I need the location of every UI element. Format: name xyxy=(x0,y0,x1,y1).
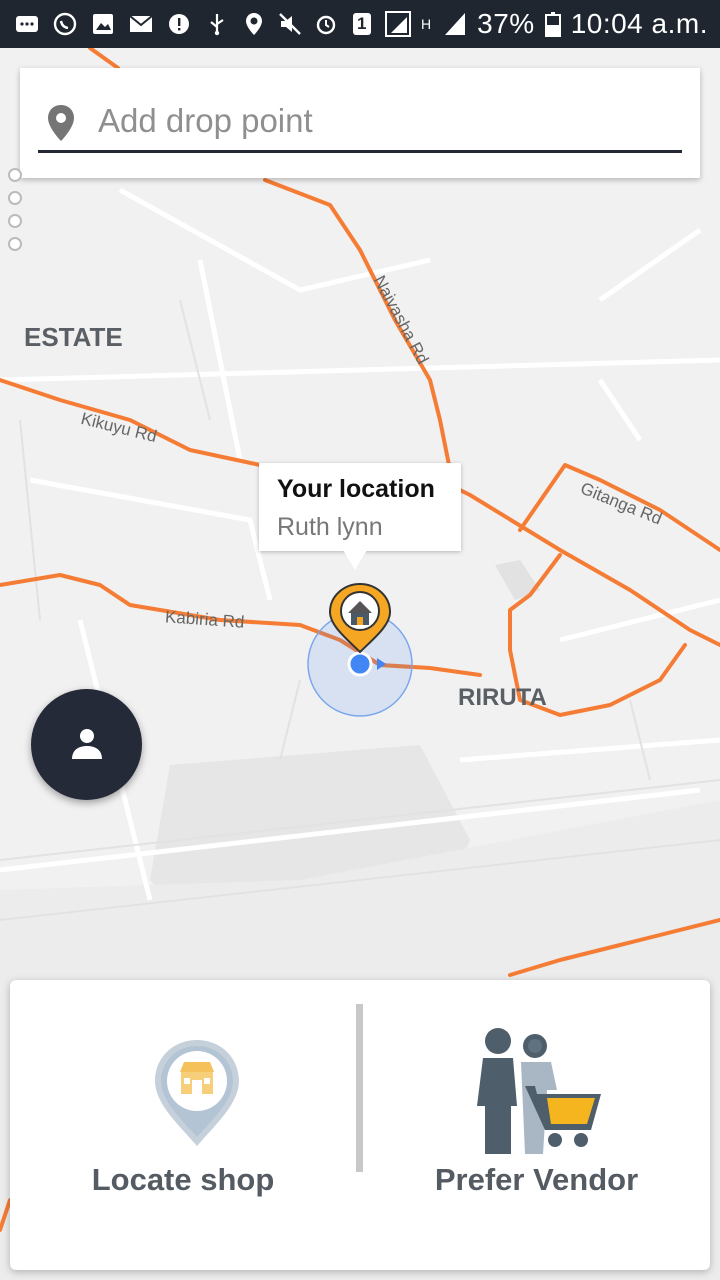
action-divider xyxy=(356,1004,363,1172)
action-panel: Locate shop Prefer Vendor xyxy=(10,980,710,1270)
drop-point-search-card xyxy=(20,68,700,178)
locate-shop-label: Locate shop xyxy=(91,1162,275,1197)
area-label-riruta: RIRUTA xyxy=(458,684,547,711)
network-type: H xyxy=(421,16,432,32)
messages-icon xyxy=(14,11,40,37)
signal-1-icon xyxy=(385,11,412,37)
drop-point-field[interactable] xyxy=(38,90,682,153)
area-label-estate: ESTATE xyxy=(24,322,123,352)
person-icon xyxy=(72,729,102,759)
battery-percent: 37% xyxy=(477,8,535,39)
sim-slot-icon: 1 xyxy=(349,11,375,37)
vendor-cart-icon xyxy=(477,1028,601,1154)
locate-shop-button[interactable]: Locate shop xyxy=(10,980,356,1270)
alert-cloud-icon xyxy=(166,11,192,37)
gallery-icon xyxy=(90,11,116,37)
location-icon xyxy=(241,11,267,37)
status-bar: 1 H 37% 10:04 a.m. xyxy=(0,0,720,48)
whatsapp-icon xyxy=(52,11,78,37)
handle-dot[interactable] xyxy=(8,214,22,228)
shop-pin-icon xyxy=(155,1040,239,1146)
location-info-window[interactable]: Your location Ruth lynn xyxy=(259,463,461,551)
drop-point-input[interactable] xyxy=(96,96,682,146)
handle-dot[interactable] xyxy=(8,237,22,251)
info-window-subtitle: Ruth lynn xyxy=(277,513,383,541)
map-side-handles[interactable] xyxy=(8,168,26,260)
clock: 10:04 a.m. xyxy=(570,8,708,39)
info-window-tail xyxy=(343,550,367,570)
prefer-vendor-button[interactable]: Prefer Vendor xyxy=(363,980,710,1270)
email-icon xyxy=(128,11,154,37)
signal-2-icon xyxy=(441,11,467,37)
mute-icon xyxy=(277,11,303,37)
handle-dot[interactable] xyxy=(8,168,22,182)
alarm-icon xyxy=(313,11,339,37)
current-location-marker[interactable] xyxy=(300,580,420,720)
usb-icon xyxy=(204,11,230,37)
prefer-vendor-label: Prefer Vendor xyxy=(434,1162,639,1197)
info-window-title: Your location xyxy=(277,475,435,503)
profile-button[interactable] xyxy=(31,689,142,800)
handle-dot[interactable] xyxy=(8,191,22,205)
battery-icon xyxy=(544,11,561,37)
location-pin-icon xyxy=(46,104,76,142)
